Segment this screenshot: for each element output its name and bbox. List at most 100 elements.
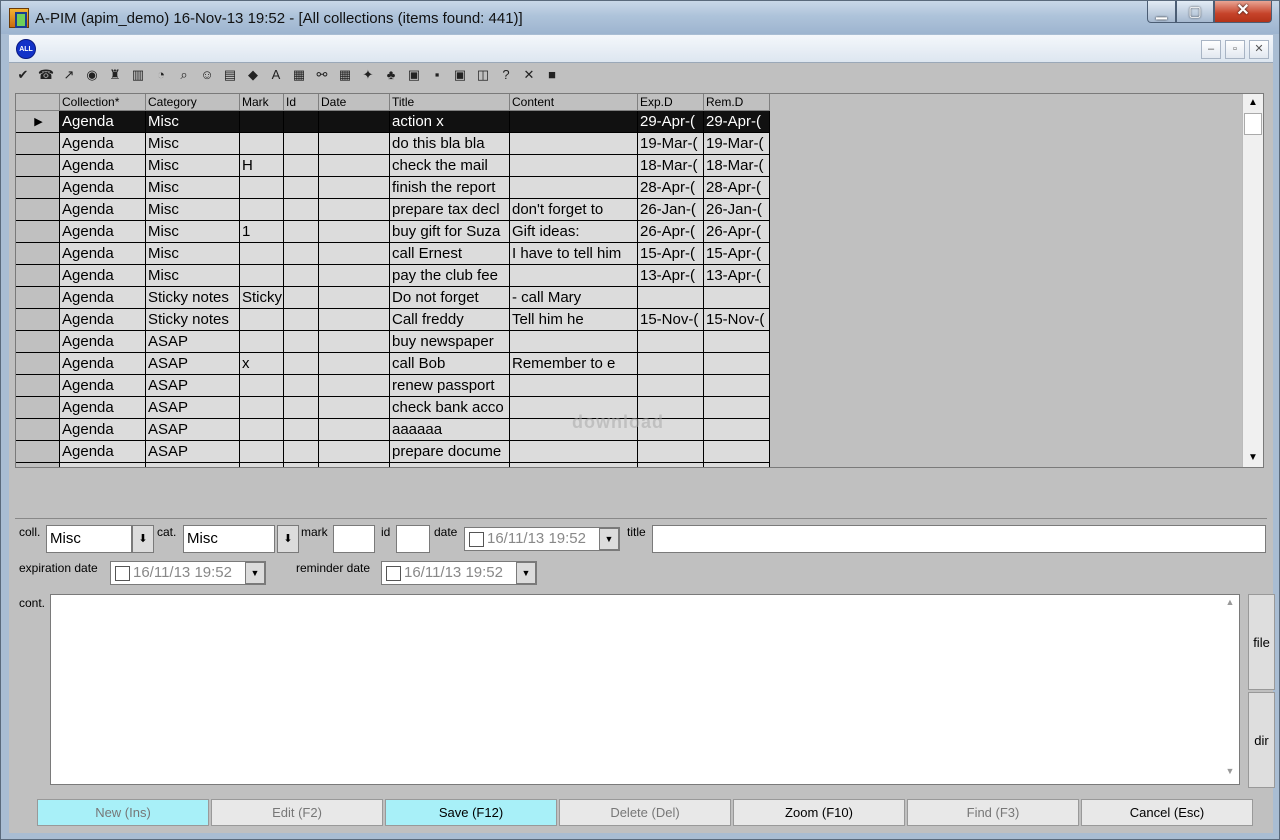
column-header-exp-date[interactable]: Exp.D (638, 94, 704, 111)
cell-rem-date[interactable]: 13-Apr-( (704, 265, 770, 287)
table-row[interactable]: Agenda Misc call Ernest I have to tell him 1… (16, 243, 772, 265)
cell-mark[interactable] (240, 111, 284, 133)
content-textarea[interactable]: ▲ ▼ (50, 594, 1240, 785)
cell-title[interactable]: do this bla bla (390, 133, 510, 155)
export-icon[interactable]: ▣ (405, 66, 423, 84)
cell-mark[interactable] (240, 265, 284, 287)
cell-collection[interactable]: Agenda (60, 419, 146, 441)
cell-date[interactable] (319, 265, 390, 287)
cell-mark[interactable]: 1 (240, 221, 284, 243)
row-indicator[interactable] (16, 441, 60, 463)
column-header-category[interactable]: Category (146, 94, 240, 111)
column-header-title[interactable]: Title (390, 94, 510, 111)
cell-rem-date[interactable]: 18-Mar-( (704, 155, 770, 177)
mdi-close-button[interactable]: ✕ (1249, 40, 1269, 59)
column-header-mark[interactable]: Mark (240, 94, 284, 111)
cell-collection[interactable]: Agenda (60, 287, 146, 309)
cell-exp-date[interactable]: 18-Mar-( (638, 155, 704, 177)
cell-mark[interactable]: H (240, 155, 284, 177)
column-header-content[interactable]: Content (510, 94, 638, 111)
cell-content[interactable]: Gift ideas: (510, 221, 638, 243)
cell-exp-date[interactable] (638, 353, 704, 375)
table-row[interactable]: Agenda Misc pay the club fee 13-Apr-(13-Apr… (16, 265, 772, 287)
cell-category[interactable]: Misc (146, 177, 240, 199)
cell-collection[interactable]: Agenda (60, 177, 146, 199)
title-input[interactable] (652, 525, 1266, 553)
content-scrollbar[interactable]: ▲ ▼ (1221, 595, 1239, 784)
table-row[interactable]: Agenda Misc finish the report 28-Apr-(28-Ap… (16, 177, 772, 199)
mark-input[interactable] (333, 525, 375, 553)
cell-rem-date[interactable] (704, 331, 770, 353)
cell-rem-date[interactable] (704, 463, 770, 467)
table-row[interactable]: Agenda Sticky notes Sticky Do not forget - c… (16, 287, 772, 309)
cell-id[interactable] (284, 133, 319, 155)
cell-date[interactable] (319, 419, 390, 441)
row-indicator[interactable] (16, 265, 60, 287)
cell-category[interactable]: ASAP (146, 331, 240, 353)
items-grid[interactable]: Collection* Category Mark Id Date Title Conten… (15, 93, 1264, 468)
cell-category[interactable]: Misc (146, 133, 240, 155)
cell-title[interactable]: buy gift for Suza (390, 221, 510, 243)
clock-icon[interactable]: ◔ (152, 66, 170, 84)
cell-category[interactable]: ASAP (146, 419, 240, 441)
cell-title[interactable]: pay the club fee (390, 265, 510, 287)
cell-content[interactable] (510, 155, 638, 177)
row-indicator[interactable] (16, 353, 60, 375)
cell-content[interactable]: Tell him he (510, 309, 638, 331)
cell-title[interactable]: Do not forget (390, 287, 510, 309)
cell-id[interactable] (284, 441, 319, 463)
cell-rem-date[interactable] (704, 441, 770, 463)
cell-id[interactable] (284, 419, 319, 441)
person-icon[interactable]: ☺ (198, 66, 216, 84)
database-icon[interactable]: ◫ (474, 66, 492, 84)
cell-date[interactable] (319, 287, 390, 309)
minimize-button[interactable]: ▁ (1147, 1, 1176, 23)
cell-collection[interactable]: Agenda (60, 309, 146, 331)
cell-mark[interactable] (240, 463, 284, 467)
cell-mark[interactable]: x (240, 353, 284, 375)
cell-exp-date[interactable]: 26-Jan-( (638, 199, 704, 221)
find-button[interactable]: Find (F3) (907, 799, 1079, 826)
cell-id[interactable] (284, 331, 319, 353)
cell-id[interactable] (284, 287, 319, 309)
cell-exp-date[interactable]: 19-Mar-( (638, 133, 704, 155)
cell-id[interactable] (284, 353, 319, 375)
cell-date[interactable] (319, 331, 390, 353)
grid-scrollbar[interactable]: ▲ ▼ (1242, 94, 1263, 467)
coll-input[interactable]: Misc (46, 525, 132, 553)
cell-date[interactable] (319, 397, 390, 419)
terminal-icon[interactable]: ■ (543, 66, 561, 84)
table-row[interactable]: Agenda Misc prepare tax decl don't forget t… (16, 199, 772, 221)
content-scroll-down-icon[interactable]: ▼ (1221, 766, 1239, 782)
new-button[interactable]: New (Ins) (37, 799, 209, 826)
cell-rem-date[interactable] (704, 397, 770, 419)
cell-exp-date[interactable] (638, 331, 704, 353)
binoculars-icon[interactable]: ⚯ (313, 66, 331, 84)
cell-title[interactable]: renew passport (390, 375, 510, 397)
row-indicator[interactable] (16, 309, 60, 331)
cell-mark[interactable] (240, 331, 284, 353)
cell-id[interactable] (284, 463, 319, 467)
cell-exp-date[interactable]: 26-Apr-( (638, 221, 704, 243)
cell-date[interactable] (319, 441, 390, 463)
cell-rem-date[interactable]: 28-Apr-( (704, 177, 770, 199)
cell-mark[interactable] (240, 243, 284, 265)
cell-id[interactable] (284, 111, 319, 133)
table-row[interactable]: Agenda Sticky notes Call freddy Tell him he… (16, 309, 772, 331)
cell-mark[interactable] (240, 375, 284, 397)
coll-dropdown-button[interactable]: ⬇ (132, 525, 154, 553)
cell-collection[interactable]: Agenda (60, 133, 146, 155)
edit-button[interactable]: Edit (F2) (211, 799, 383, 826)
cell-title[interactable]: aaaaaa (390, 419, 510, 441)
cell-content[interactable] (510, 133, 638, 155)
lock-icon[interactable]: ▣ (451, 66, 469, 84)
cell-content[interactable]: Remember to e (510, 353, 638, 375)
moneybag-icon[interactable]: ♜ (106, 66, 124, 84)
cell-title[interactable]: prepare docume (390, 441, 510, 463)
cell-exp-date[interactable] (638, 287, 704, 309)
all-icon[interactable]: A (267, 66, 285, 84)
check-icon[interactable]: ✔ (14, 66, 32, 84)
table-row[interactable]: Agenda ASAP prepare docume (16, 441, 772, 463)
cell-collection[interactable]: Agenda (60, 155, 146, 177)
cell-id[interactable] (284, 177, 319, 199)
